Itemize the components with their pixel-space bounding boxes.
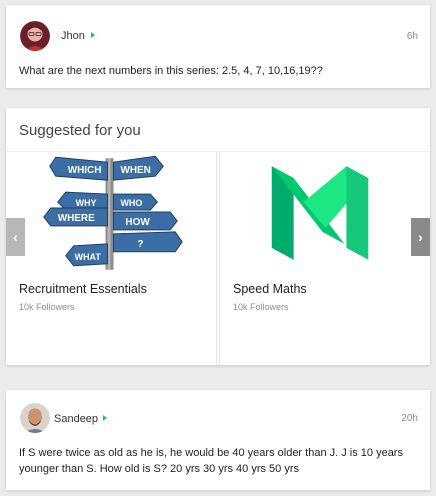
- post-header: Sandeep 20h: [6, 390, 430, 442]
- post-card-sandeep: Sandeep 20h If S were twice as old as he…: [6, 390, 430, 490]
- sign-word: HOW: [125, 217, 150, 228]
- section-title: Suggested for you: [19, 122, 141, 139]
- carousel-next-button[interactable]: ›: [411, 218, 430, 256]
- suggestion-followers: 10k Followers: [233, 302, 289, 312]
- author-name[interactable]: Jhon: [61, 30, 85, 42]
- suggested-card: Suggested for you WHICH WHEN WHY WHO WHE…: [6, 108, 430, 365]
- post-card-jhon: Jhon 6h What are the next numbers in thi…: [6, 5, 430, 88]
- sign-word: WHY: [76, 198, 97, 208]
- sign-word: WHERE: [58, 213, 95, 224]
- carousel-prev-button[interactable]: ‹: [6, 218, 25, 256]
- sign-word: WHO: [120, 198, 142, 208]
- sign-word: WHEN: [120, 165, 150, 176]
- author-name[interactable]: Sandeep: [54, 413, 98, 425]
- avatar-sandeep[interactable]: [20, 403, 50, 433]
- follow-arrow-icon[interactable]: [91, 32, 95, 38]
- post-header: Jhon 6h: [6, 5, 430, 57]
- sign-word: WHICH: [68, 165, 102, 176]
- signpost-image: WHICH WHEN WHY WHO WHERE HOW ? WHAT: [43, 155, 183, 270]
- sign-word: WHAT: [75, 252, 102, 262]
- post-text[interactable]: What are the next numbers in this series…: [19, 63, 416, 79]
- follow-arrow-icon[interactable]: [103, 415, 107, 421]
- green-m-logo-image: [271, 166, 369, 260]
- post-time: 20h: [401, 413, 418, 424]
- chevron-left-icon: ‹: [13, 229, 18, 245]
- suggestion-name[interactable]: Recruitment Essentials: [19, 282, 147, 296]
- sign-word: ?: [137, 239, 143, 250]
- suggestion-recruitment-essentials[interactable]: WHICH WHEN WHY WHO WHERE HOW ? WHAT Recr…: [6, 152, 217, 365]
- post-text[interactable]: If S were twice as old as he is, he woul…: [19, 445, 416, 477]
- suggestion-speed-maths[interactable]: Speed Maths 10k Followers: [219, 152, 430, 365]
- avatar-jhon[interactable]: [20, 21, 50, 51]
- suggestion-followers: 10k Followers: [19, 302, 75, 312]
- post-time: 6h: [406, 31, 418, 42]
- chevron-right-icon: ›: [418, 229, 423, 245]
- suggestion-name[interactable]: Speed Maths: [233, 282, 307, 296]
